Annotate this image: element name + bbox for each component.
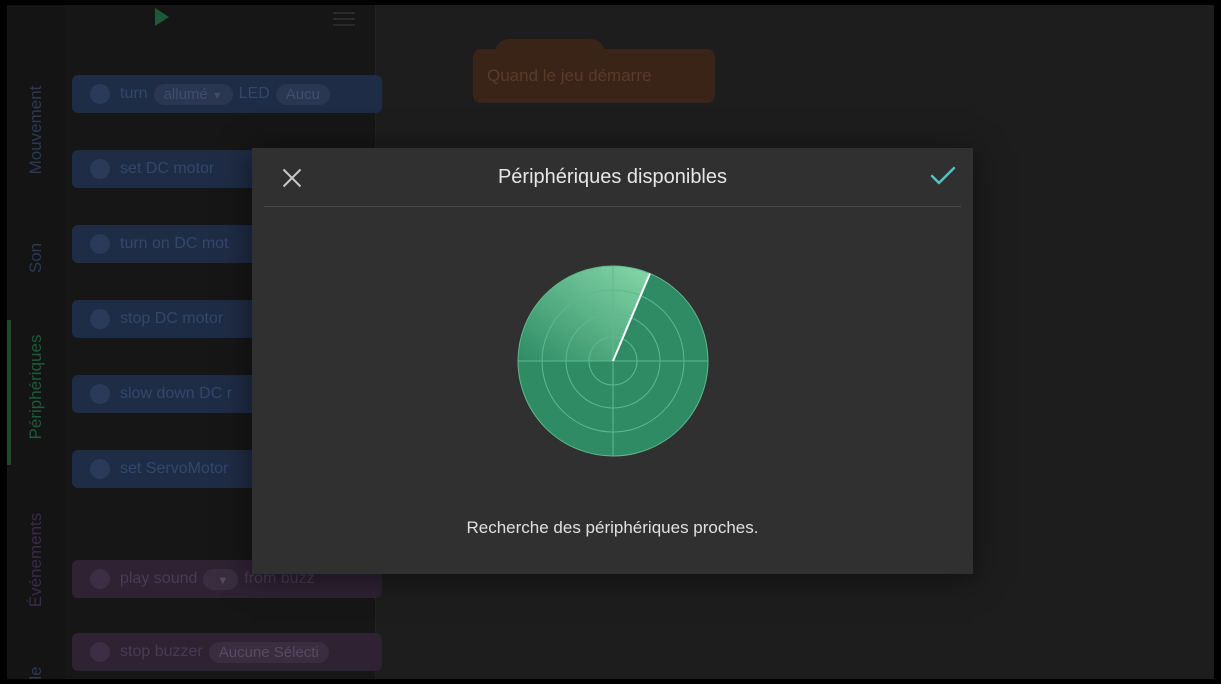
play-icon[interactable] [155,8,169,26]
palette-toolbar [65,5,375,35]
block-label: play sound [120,570,198,587]
block-dropdown[interactable]: Aucu [275,83,330,105]
category-mouvement[interactable]: Mouvement [26,86,46,175]
gear-icon [90,384,110,404]
dialog-header: Périphériques disponibles [264,148,961,207]
palette-block-turn-led[interactable]: turn allumé ▼ LED Aucu [72,75,382,113]
dropdown-arrow-icon: ▼ [217,574,229,587]
app-screen: Mouvement Son Périphériques Événements l… [7,5,1214,679]
block-dropdown[interactable]: Aucune Sélecti [208,641,329,663]
gear-icon [90,159,110,179]
category-partial[interactable]: le [26,666,46,679]
dropdown-arrow-icon: ▼ [211,89,223,102]
block-label: turn [120,85,148,102]
radar-scan-icon [517,265,709,457]
category-peripheriques[interactable]: Périphériques [26,335,46,440]
block-label: Quand le jeu démarre [487,66,652,85]
gear-icon [90,642,110,662]
category-evenements[interactable]: Événements [26,513,46,608]
block-label: stop DC motor [120,310,224,327]
category-son[interactable]: Son [26,243,46,273]
block-label: set DC motor [120,160,215,177]
gear-icon [90,84,110,104]
gear-icon [90,234,110,254]
block-label: turn on DC mot [120,235,229,252]
block-label: LED [238,85,270,102]
checkmark-icon[interactable] [929,164,957,188]
block-dropdown[interactable]: ▼ [203,568,239,590]
gear-icon [90,569,110,589]
search-status: Recherche des périphériques proches. [466,518,759,537]
available-devices-dialog: Périphériques disponibles Recherche des [252,148,973,574]
gear-icon [90,309,110,329]
dialog-title: Périphériques disponibles [497,166,728,188]
menu-icon[interactable] [333,12,355,30]
category-active-indicator [7,320,11,465]
block-dropdown[interactable]: allumé ▼ [153,83,233,105]
block-label: stop buzzer [120,643,203,660]
category-sidebar: Mouvement Son Périphériques Événements l… [7,5,65,679]
block-label: set ServoMotor [120,460,229,477]
when-game-starts-block[interactable]: Quand le jeu démarre [473,39,715,103]
gear-icon [90,459,110,479]
palette-block-stop-buzzer[interactable]: stop buzzer Aucune Sélecti [72,633,382,671]
block-label: slow down DC r [120,385,233,402]
